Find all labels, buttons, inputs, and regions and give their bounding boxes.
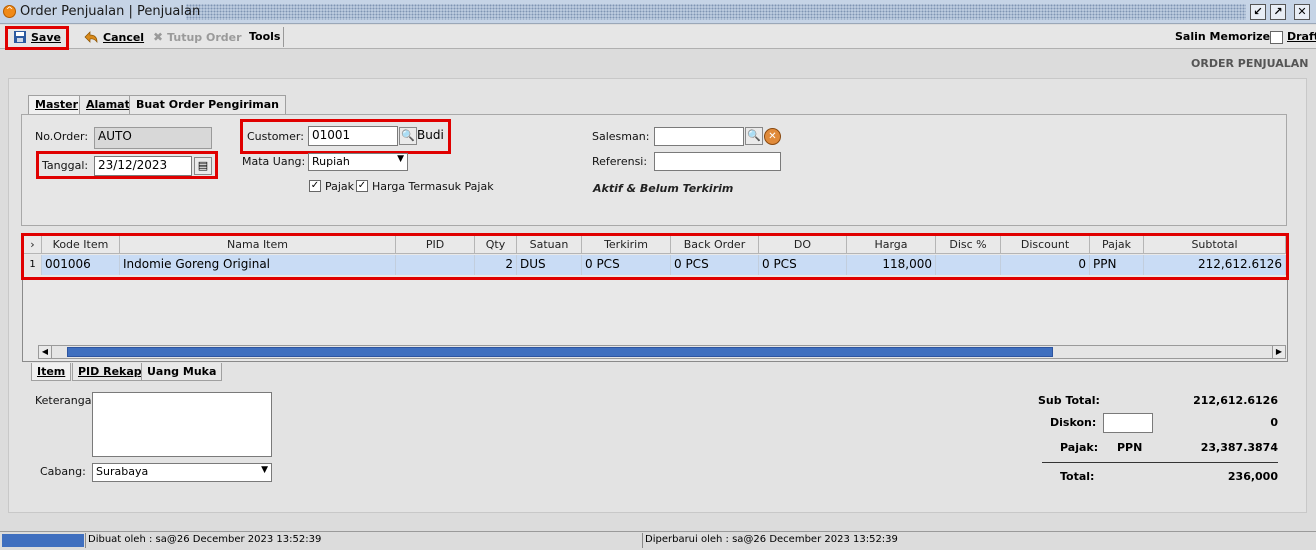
status-dibuat: Dibuat oleh : sa@26 December 2023 13:52:… — [85, 533, 641, 548]
tab-master[interactable]: Master — [28, 95, 86, 115]
pajak-summary-label: Pajak: — [1060, 441, 1099, 454]
diskon-field[interactable] — [1103, 413, 1153, 433]
pajak-type: PPN — [1117, 441, 1143, 454]
salesman-field[interactable] — [654, 127, 744, 146]
salesman-search-icon[interactable]: 🔍 — [745, 127, 763, 145]
tab-buat-order-label: Buat Order Pengiriman — [136, 98, 279, 111]
diskon-value: 0 — [1270, 416, 1278, 429]
pajak-checkbox[interactable]: ✓ — [309, 180, 321, 192]
tab-item-label: Item — [37, 365, 66, 378]
total-divider — [1042, 462, 1278, 463]
window-title: Order Penjualan | Penjualan — [20, 4, 201, 19]
salin-memorized-label: Salin Memorized — [1175, 30, 1278, 43]
minimize-icon[interactable]: ↙ — [1250, 4, 1266, 20]
tab-master-label: Master — [35, 98, 79, 111]
tab-alamat-label: Alamat — [86, 98, 130, 111]
draft-checkbox[interactable] — [1270, 31, 1283, 44]
clear-salesman-icon[interactable]: ✕ — [764, 128, 781, 145]
order-status: Aktif & Belum Terkirim — [593, 182, 734, 195]
total-label: Total: — [1060, 470, 1095, 483]
referensi-label: Referensi: — [592, 155, 648, 168]
cancel-button[interactable]: Cancel — [83, 30, 144, 44]
tab-uang-muka[interactable]: Uang Muka — [141, 363, 223, 381]
tools-label: Tools — [249, 30, 281, 43]
salesman-label: Salesman: — [592, 130, 650, 143]
tanggal-highlight — [36, 151, 218, 179]
tools-menu-button[interactable]: Tools — [249, 30, 280, 43]
cabang-label: Cabang: — [40, 465, 86, 478]
undo-icon — [84, 31, 98, 44]
salin-memorized-button[interactable]: Salin Memorized — [1175, 30, 1278, 43]
cabang-value: Surabaya — [96, 465, 149, 478]
scroll-left-arrow-icon[interactable]: ◀ — [39, 346, 52, 358]
status-diperbarui: Diperbarui oleh : sa@26 December 2023 13… — [642, 533, 1302, 548]
tutup-order-button[interactable]: ✖ Tutup Order — [153, 30, 242, 44]
title-bar-texture — [186, 4, 1246, 20]
pajak-value: 23,387.3874 — [1200, 441, 1278, 454]
tab-item[interactable]: Item — [31, 363, 72, 381]
status-progress-indicator — [2, 534, 84, 547]
app-icon: ^ — [3, 5, 16, 18]
tab-buat-order-pengiriman[interactable]: Buat Order Pengiriman — [129, 95, 286, 114]
mata-uang-select[interactable]: Rupiah ▼ — [308, 153, 408, 171]
maximize-icon[interactable]: ↗ — [1270, 4, 1286, 20]
cabang-select[interactable]: Surabaya ▼ — [92, 463, 272, 482]
draft-label: Draft — [1287, 30, 1316, 43]
harga-termasuk-pajak-label: Harga Termasuk Pajak — [372, 180, 494, 193]
total-value: 236,000 — [1227, 470, 1278, 483]
mata-uang-label: Mata Uang: — [242, 155, 306, 168]
tab-uang-muka-label: Uang Muka — [147, 365, 217, 378]
scrollbar-thumb[interactable] — [67, 347, 1053, 357]
draft-text: Draft — [1287, 30, 1316, 43]
cabang-chevron-down-icon: ▼ — [261, 465, 268, 475]
close-icon[interactable]: ✕ — [1294, 4, 1310, 20]
sub-total-label: Sub Total: — [1038, 394, 1100, 407]
tab-pid-rekap-label: PID Rekap — [78, 365, 142, 378]
referensi-field[interactable] — [654, 152, 781, 171]
customer-highlight — [240, 119, 451, 154]
mata-uang-value: Rupiah — [312, 155, 350, 168]
grid-highlight — [21, 233, 1289, 280]
toolbar-divider — [283, 27, 284, 47]
keterangan-textarea[interactable] — [92, 392, 272, 457]
chevron-down-icon: ▼ — [397, 154, 404, 164]
scroll-right-arrow-icon[interactable]: ▶ — [1272, 346, 1285, 358]
sub-total-value: 212,612.6126 — [1193, 394, 1278, 407]
close-order-icon: ✖ — [153, 30, 164, 44]
pajak-checkbox-label: Pajak — [325, 180, 355, 193]
no-order-field: AUTO — [94, 127, 212, 149]
diskon-label: Diskon: — [1050, 416, 1097, 429]
cancel-label: Cancel — [103, 30, 145, 44]
form-title: ORDER PENJUALAN — [1191, 57, 1309, 70]
save-highlight — [5, 26, 69, 50]
tutup-order-label: Tutup Order — [167, 30, 242, 44]
tab-pid-rekap[interactable]: PID Rekap — [72, 363, 148, 381]
no-order-label: No.Order: — [35, 130, 89, 143]
harga-termasuk-pajak-checkbox[interactable]: ✓ — [356, 180, 368, 192]
